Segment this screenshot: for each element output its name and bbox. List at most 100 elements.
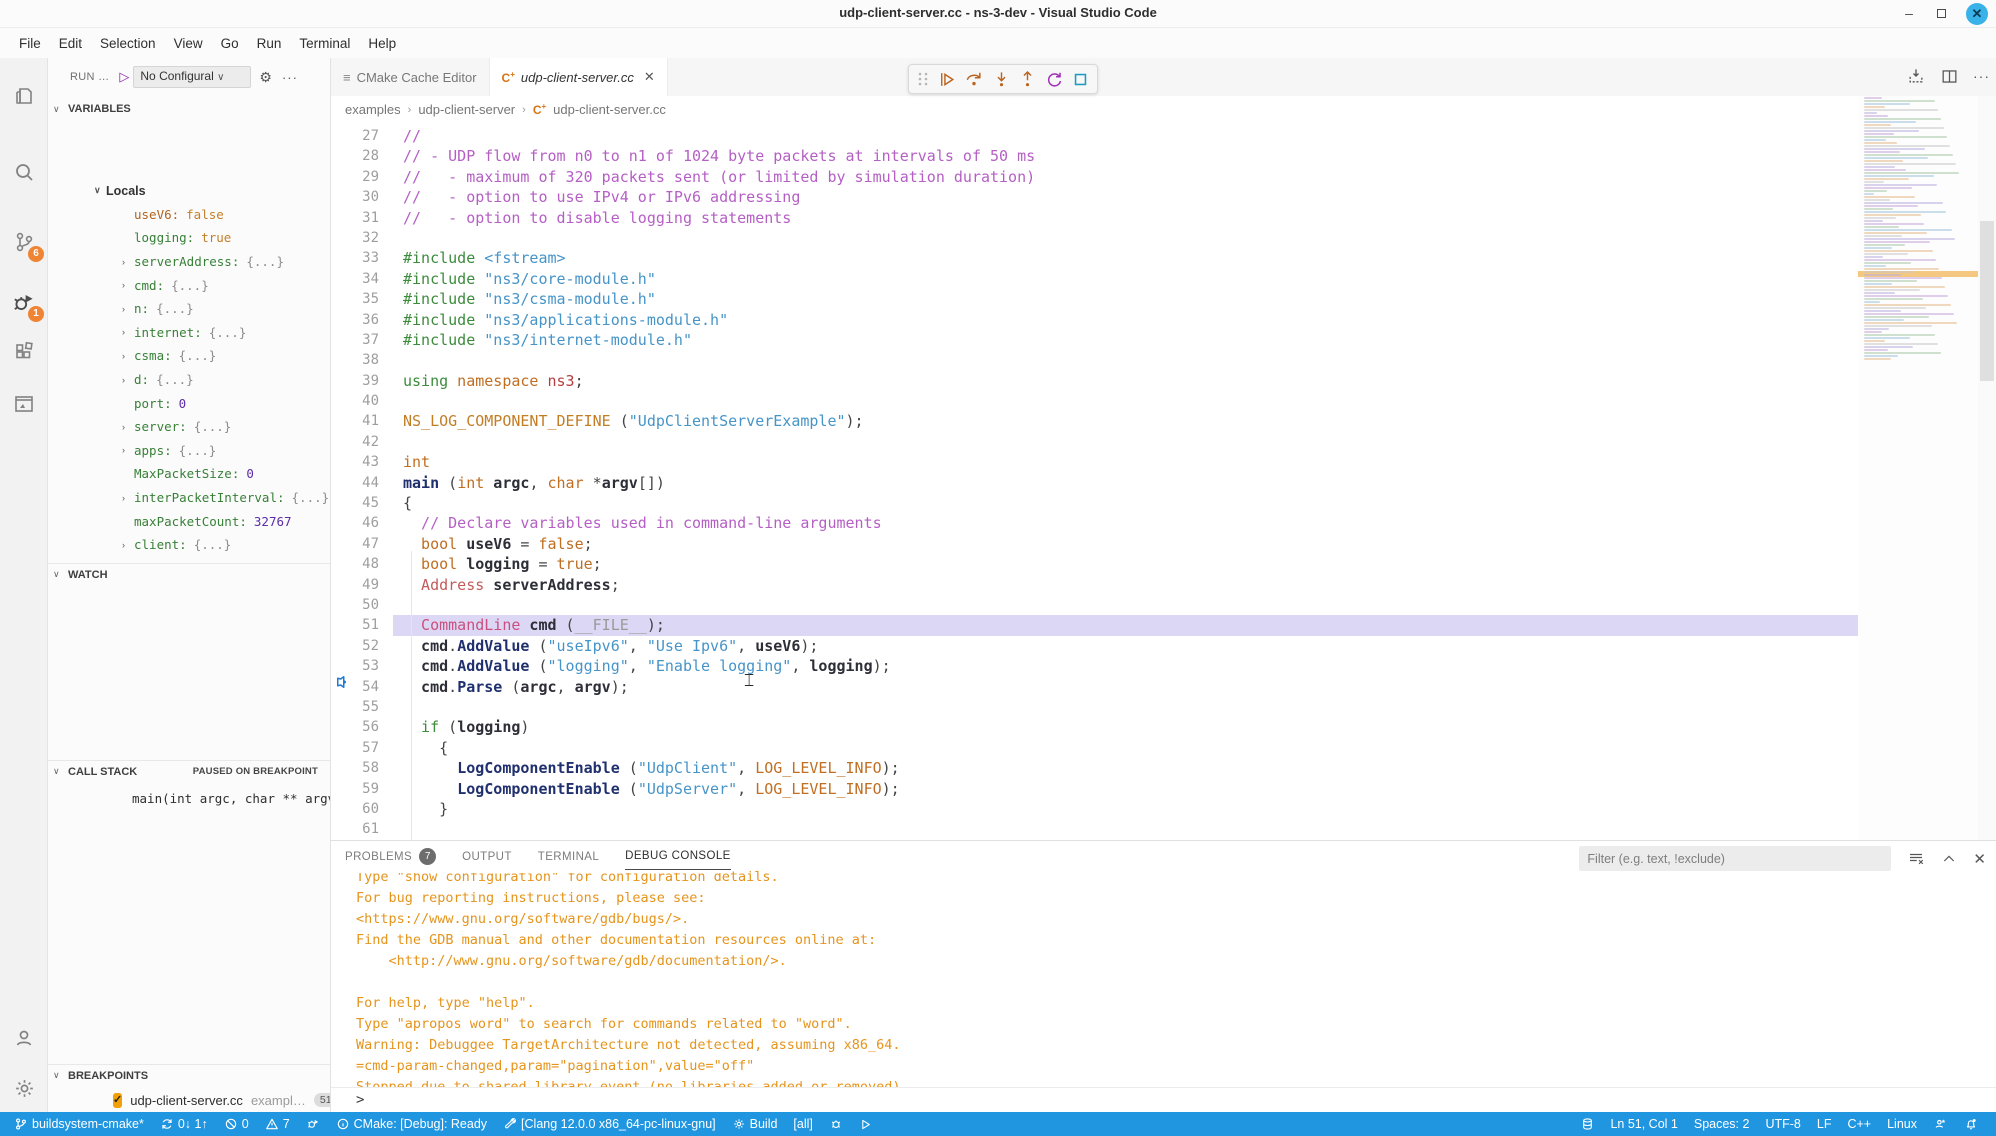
variable-row[interactable]: ›port:0 bbox=[48, 391, 330, 415]
code-line-45[interactable]: 45{ bbox=[331, 493, 1858, 513]
variable-row[interactable]: ›server:{...} bbox=[48, 415, 330, 439]
panel-tab-problems[interactable]: PROBLEMS7 bbox=[345, 842, 436, 872]
extensions-icon[interactable] bbox=[0, 330, 48, 374]
more-actions-icon[interactable]: ··· bbox=[1973, 68, 1990, 84]
scope-locals[interactable]: ∨Locals bbox=[48, 179, 330, 203]
variable-row[interactable]: ›cmd:{...} bbox=[48, 273, 330, 297]
clear-console-icon[interactable] bbox=[1907, 850, 1925, 868]
restart-icon[interactable] bbox=[1045, 70, 1064, 89]
variable-row[interactable]: ›internet:{...} bbox=[48, 321, 330, 345]
error-count[interactable]: 0 bbox=[216, 1112, 257, 1136]
step-into-icon[interactable] bbox=[992, 70, 1011, 89]
code-line-57[interactable]: 57 { bbox=[331, 738, 1858, 758]
menu-run[interactable]: Run bbox=[248, 32, 291, 55]
code-line-51[interactable]: 51 CommandLine cmd (__FILE__); bbox=[331, 615, 1858, 635]
search-icon[interactable] bbox=[0, 150, 48, 194]
menu-go[interactable]: Go bbox=[212, 32, 248, 55]
minimize-button[interactable]: – bbox=[1898, 3, 1920, 25]
tab-cmake-cache-editor[interactable]: ≡CMake Cache Editor bbox=[331, 58, 490, 96]
code-line-34[interactable]: 34#include "ns3/core-module.h" bbox=[331, 269, 1858, 289]
callstack-frame[interactable]: main(int argc, char ** argv) u. bbox=[48, 786, 330, 810]
menu-selection[interactable]: Selection bbox=[91, 32, 165, 55]
language-mode[interactable]: C++ bbox=[1839, 1112, 1879, 1136]
code-line-55[interactable]: 55 bbox=[331, 697, 1858, 717]
menu-file[interactable]: File bbox=[10, 32, 50, 55]
sync-status[interactable]: 0↓ 1↑ bbox=[152, 1112, 216, 1136]
variable-row[interactable]: ›useV6:false bbox=[48, 203, 330, 227]
variable-row[interactable]: ›d:{...} bbox=[48, 368, 330, 392]
code-line-30[interactable]: 30// - option to use IPv4 or IPv6 addres… bbox=[331, 187, 1858, 207]
eol[interactable]: LF bbox=[1809, 1112, 1840, 1136]
variable-row[interactable]: ›maxPacketCount:32767 bbox=[48, 509, 330, 533]
code-line-27[interactable]: 27// bbox=[331, 126, 1858, 146]
split-editor-icon[interactable] bbox=[1940, 67, 1959, 86]
code-line-43[interactable]: 43int bbox=[331, 452, 1858, 472]
code-line-60[interactable]: 60 } bbox=[331, 799, 1858, 819]
variable-row[interactable]: ›interPacketInterval:{...} bbox=[48, 486, 330, 510]
code-line-36[interactable]: 36#include "ns3/applications-module.h" bbox=[331, 310, 1858, 330]
breadcrumb-item[interactable]: udp-client-server.cc bbox=[553, 102, 666, 117]
encoding[interactable]: UTF-8 bbox=[1757, 1112, 1808, 1136]
breakpoint-row[interactable]: ✓ udp-client-server.cc exampl… 51 bbox=[48, 1088, 330, 1112]
breakpoints-section-header[interactable]: ∨ BREAKPOINTS bbox=[48, 1064, 330, 1086]
branch-status[interactable]: buildsystem-cmake* bbox=[6, 1112, 152, 1136]
callstack-section-header[interactable]: ∨ CALL STACK PAUSED ON BREAKPOINT bbox=[48, 760, 330, 782]
tab-udp-client-server-cc[interactable]: C+udp-client-server.cc✕ bbox=[490, 58, 668, 96]
code-line-33[interactable]: 33#include <fstream> bbox=[331, 248, 1858, 268]
code-line-58[interactable]: 58 LogComponentEnable ("UdpClient", LOG_… bbox=[331, 758, 1858, 778]
close-panel-icon[interactable]: ✕ bbox=[1973, 850, 1986, 868]
code-line-29[interactable]: 29// - maximum of 320 packets sent (or l… bbox=[331, 167, 1858, 187]
watch-section-header[interactable]: ∨ WATCH bbox=[48, 563, 330, 585]
variable-row[interactable]: ›client:{...} bbox=[48, 533, 330, 557]
debug-console-output[interactable]: Type "show configuration" for configurat… bbox=[356, 867, 1976, 1087]
cmake-tools-icon[interactable] bbox=[0, 382, 48, 426]
variable-row[interactable]: ›MaxPacketSize:0 bbox=[48, 462, 330, 486]
start-debug-icon[interactable]: ▷ bbox=[119, 69, 129, 85]
code-line-50[interactable]: 50 bbox=[331, 595, 1858, 615]
code-line-39[interactable]: 39using namespace ns3; bbox=[331, 371, 1858, 391]
console-filter-input[interactable] bbox=[1579, 846, 1891, 871]
breadcrumb-item[interactable]: examples bbox=[345, 102, 401, 117]
continue-icon[interactable] bbox=[937, 70, 956, 89]
code-line-35[interactable]: 35#include "ns3/csma-module.h" bbox=[331, 289, 1858, 309]
menu-terminal[interactable]: Terminal bbox=[290, 32, 359, 55]
code-line-49[interactable]: 49 Address serverAddress; bbox=[331, 575, 1858, 595]
debug-target-button[interactable] bbox=[821, 1112, 851, 1136]
code-line-28[interactable]: 28// - UDP flow from n0 to n1 of 1024 by… bbox=[331, 146, 1858, 166]
code-line-54[interactable]: 54 cmd.Parse (argc, argv); bbox=[331, 677, 1858, 697]
debug-status[interactable] bbox=[298, 1112, 328, 1136]
run-configurations-icon[interactable] bbox=[1906, 66, 1926, 86]
code-line-37[interactable]: 37#include "ns3/internet-module.h" bbox=[331, 330, 1858, 350]
panel-tab-debug-console[interactable]: DEBUG CONSOLE bbox=[625, 844, 731, 870]
database-status[interactable] bbox=[1573, 1112, 1602, 1136]
variable-row[interactable]: ›apps:{...} bbox=[48, 439, 330, 463]
code-line-40[interactable]: 40 bbox=[331, 391, 1858, 411]
debug-config-dropdown[interactable]: No Configural ∨ bbox=[133, 66, 251, 88]
build-target[interactable]: [all] bbox=[785, 1112, 820, 1136]
minimap[interactable] bbox=[1858, 96, 1978, 840]
code-line-38[interactable]: 38 bbox=[331, 350, 1858, 370]
step-over-icon[interactable] bbox=[964, 69, 984, 89]
code-line-53[interactable]: 53 cmd.AddValue ("logging", "Enable logg… bbox=[331, 656, 1858, 676]
panel-tab-output[interactable]: OUTPUT bbox=[462, 845, 512, 870]
warning-count[interactable]: 7 bbox=[257, 1112, 298, 1136]
maximize-panel-icon[interactable] bbox=[1941, 851, 1957, 867]
editor-scrollbar[interactable] bbox=[1978, 96, 1996, 840]
variable-row[interactable]: ›logging:true bbox=[48, 226, 330, 250]
code-line-48[interactable]: 48 bool logging = true; bbox=[331, 554, 1858, 574]
maximize-button[interactable] bbox=[1930, 3, 1952, 25]
drag-handle[interactable] bbox=[917, 71, 929, 87]
variables-section-header[interactable]: ∨ VARIABLES bbox=[48, 98, 330, 120]
code-line-31[interactable]: 31// - option to disable logging stateme… bbox=[331, 208, 1858, 228]
menu-edit[interactable]: Edit bbox=[50, 32, 91, 55]
configure-gear-icon[interactable]: ⚙ bbox=[259, 69, 272, 86]
breadcrumb[interactable]: examples › udp-client-server › C+ udp-cl… bbox=[331, 96, 1996, 123]
variable-row[interactable]: ›n:{...} bbox=[48, 297, 330, 321]
variable-row[interactable]: ›csma:{...} bbox=[48, 344, 330, 368]
code-line-52[interactable]: 52 cmd.AddValue ("useIpv6", "Use Ipv6", … bbox=[331, 636, 1858, 656]
code-line-41[interactable]: 41NS_LOG_COMPONENT_DEFINE ("UdpClientSer… bbox=[331, 411, 1858, 431]
source-control-icon[interactable]: 6 bbox=[0, 220, 48, 264]
code-line-61[interactable]: 61 bbox=[331, 819, 1858, 839]
indentation[interactable]: Spaces: 2 bbox=[1686, 1112, 1758, 1136]
scrollbar-thumb[interactable] bbox=[1980, 221, 1994, 381]
